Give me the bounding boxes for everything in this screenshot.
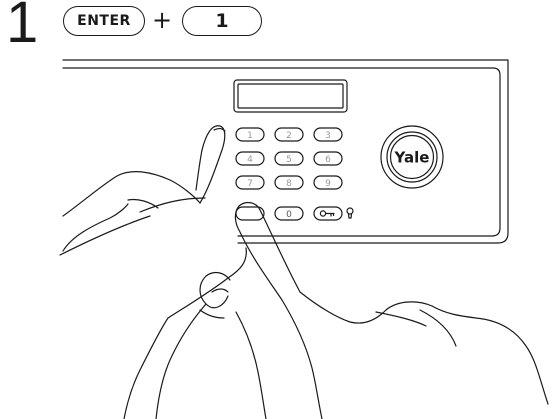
svg-text:6: 6: [325, 155, 331, 165]
svg-text:5: 5: [286, 155, 292, 165]
svg-text:7: 7: [247, 179, 253, 189]
svg-text:3: 3: [325, 131, 331, 141]
svg-text:2: 2: [286, 131, 292, 141]
svg-text:9: 9: [325, 179, 331, 189]
left-hand-illustration: [59, 125, 226, 256]
svg-text:4: 4: [247, 155, 253, 165]
keypad-key-0[interactable]: 0: [274, 206, 304, 221]
svg-text:Yale: Yale: [394, 149, 430, 167]
keypad-key-1[interactable]: 1: [235, 127, 265, 142]
keypad-key-3[interactable]: 3: [313, 127, 343, 142]
right-hand-illustration: [123, 201, 549, 419]
svg-text:8: 8: [286, 179, 292, 189]
lock-illustration: 1 2 3 4 5 6 7 8 9 0 Yale: [59, 59, 549, 419]
keypad-key-7[interactable]: 7: [235, 175, 265, 190]
keypad-key-8[interactable]: 8: [274, 175, 304, 190]
svg-text:0: 0: [286, 210, 292, 220]
keypad: 1 2 3 4 5 6 7 8 9 0: [235, 127, 354, 221]
svg-text:1: 1: [247, 131, 253, 141]
keypad-key-6[interactable]: 6: [313, 151, 343, 166]
lock-display: [233, 79, 348, 113]
keypad-key-4[interactable]: 4: [235, 151, 265, 166]
keypad-key-2[interactable]: 2: [274, 127, 304, 142]
instruction-illustration: 1 ENTER + 1 1 2 3 4 5 6 7 8 9 0 Yale: [0, 0, 557, 419]
keypad-key-key[interactable]: [313, 206, 343, 221]
yale-logo: Yale: [380, 125, 444, 189]
bulb-icon: [346, 207, 354, 219]
keypad-key-5[interactable]: 5: [274, 151, 304, 166]
key-icon: [319, 210, 335, 217]
keypad-key-9[interactable]: 9: [313, 175, 343, 190]
